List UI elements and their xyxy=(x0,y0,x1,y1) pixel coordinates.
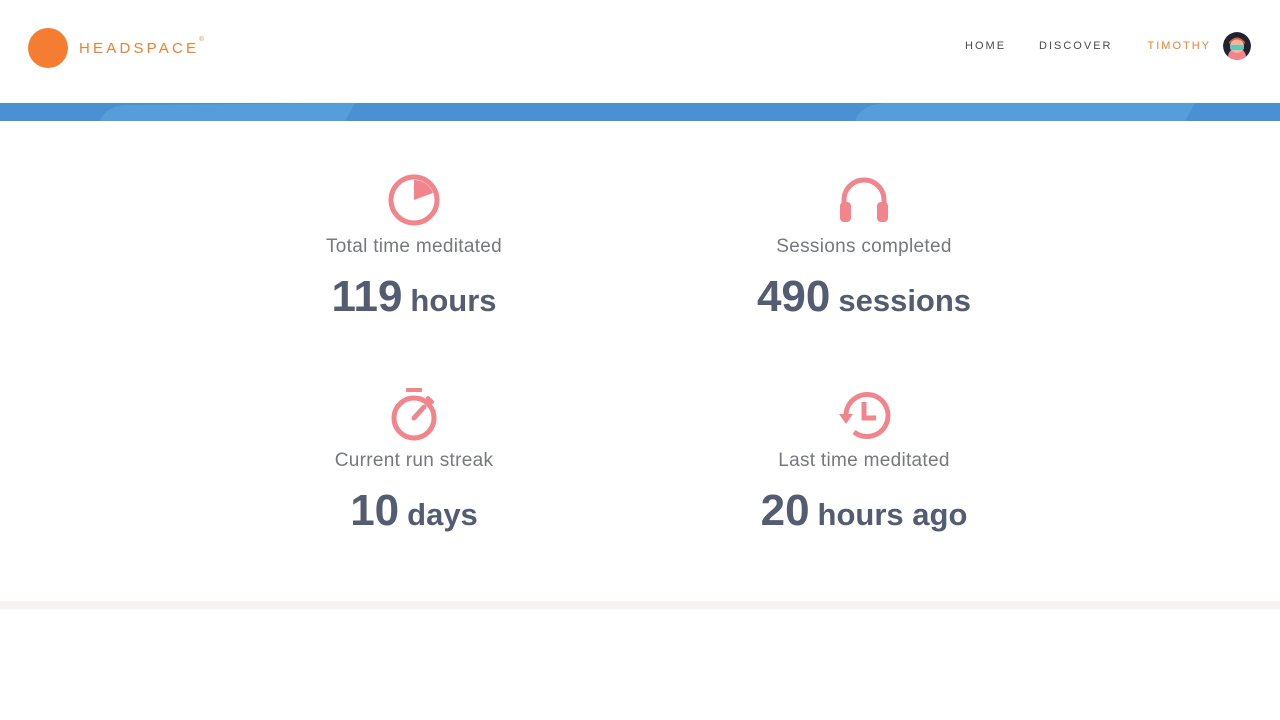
footer-divider xyxy=(0,601,1280,609)
stats-grid: Total time meditated 119 hours Sessions c… xyxy=(0,121,1280,601)
user-avatar[interactable] xyxy=(1223,32,1251,60)
stat-unit: hours ago xyxy=(817,497,968,532)
stat-label: Current run streak xyxy=(334,450,494,471)
stat-number: 10 xyxy=(350,486,400,535)
nav-discover[interactable]: DISCOVER xyxy=(1039,40,1112,52)
main-nav: HOME DISCOVER TIMOTHY xyxy=(932,32,1251,60)
stopwatch-icon xyxy=(391,388,437,441)
logo-dot-icon xyxy=(28,28,68,68)
stat-unit: hours xyxy=(410,283,497,318)
stat-label: Total time meditated xyxy=(325,236,503,257)
stat-last-meditated: Last time meditated 20 hours ago xyxy=(704,386,1024,536)
logo-wordmark: HEADSPACE® xyxy=(79,36,204,57)
stat-sessions: Sessions completed 490 sessions xyxy=(704,172,1024,322)
stat-number: 119 xyxy=(331,272,403,321)
stat-total-time: Total time meditated 119 hours xyxy=(254,172,574,322)
stat-number: 20 xyxy=(760,486,810,535)
stat-unit: days xyxy=(407,497,478,532)
header-banner xyxy=(0,103,1280,121)
stat-value: 490 sessions xyxy=(704,272,1024,322)
stat-label: Last time meditated xyxy=(778,450,950,471)
header: HEADSPACE® HOME DISCOVER TIMOTHY xyxy=(0,0,1280,103)
history-clock-icon xyxy=(839,392,891,439)
stat-label: Sessions completed xyxy=(776,236,952,257)
stat-number: 490 xyxy=(756,272,831,321)
stat-run-streak: Current run streak 10 days xyxy=(254,386,574,536)
nav-home[interactable]: HOME xyxy=(965,40,1006,52)
headphones-icon xyxy=(840,177,888,222)
headspace-logo[interactable]: HEADSPACE® xyxy=(28,28,204,68)
stat-unit: sessions xyxy=(838,283,972,318)
nav-user-name[interactable]: TIMOTHY xyxy=(1148,40,1212,52)
stat-value: 10 days xyxy=(254,486,574,536)
pie-chart-icon xyxy=(388,174,440,226)
stat-value: 20 hours ago xyxy=(704,486,1024,536)
stat-value: 119 hours xyxy=(254,272,574,322)
